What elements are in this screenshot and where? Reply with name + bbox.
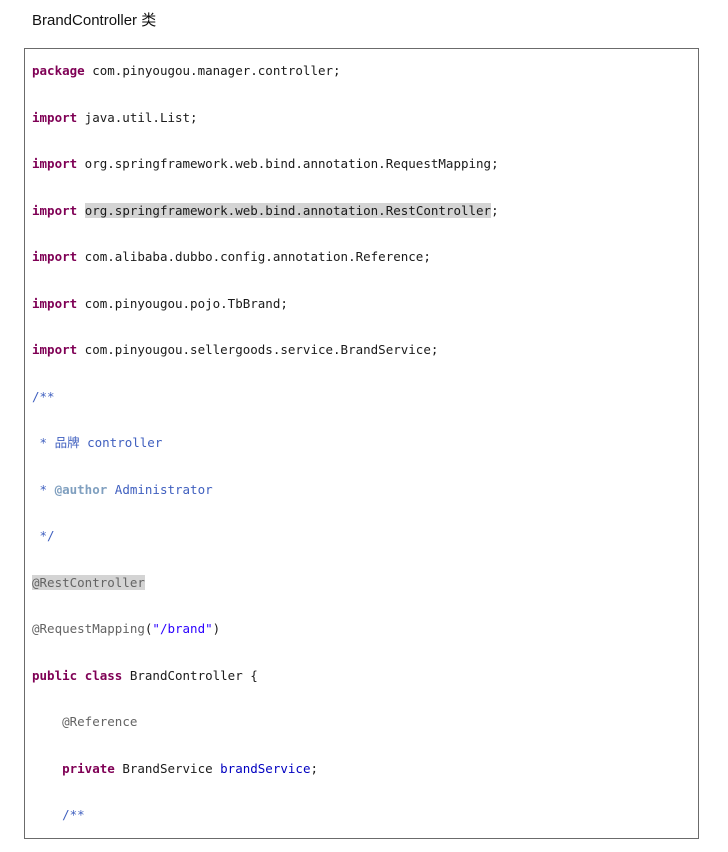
code-text: java.util.List; [77, 109, 198, 125]
code-text: ) [212, 621, 221, 636]
keyword-token: private [62, 760, 115, 776]
code-line: * @author Administrator [32, 479, 698, 526]
code-line: import com.pinyougou.sellergoods.service… [32, 339, 698, 386]
comment-token: /** [62, 807, 85, 822]
highlighted-code-text: org.springframework.web.bind.annotation.… [84, 202, 492, 218]
code-text: com.pinyougou.pojo.TbBrand; [77, 295, 288, 311]
code-text: ; [491, 202, 499, 218]
comment-token: * [32, 481, 55, 497]
code-text: BrandService [114, 760, 221, 776]
highlighted-annotation-token: @RestController [32, 574, 145, 590]
keyword-token: public [32, 667, 78, 683]
keyword-token: import [32, 109, 78, 125]
keyword-token: import [32, 156, 78, 171]
code-text: ; [310, 760, 318, 776]
code-line: private BrandService brandService; [32, 758, 698, 805]
code-text: org.springframework.web.bind.annotation.… [77, 156, 499, 171]
keyword-token: class [84, 667, 123, 683]
code-line: package com.pinyougou.manager.controller… [32, 60, 698, 107]
string-literal-token: "/brand" [152, 621, 213, 636]
field-token: brandService [220, 760, 311, 776]
document-title: BrandController 类 [32, 12, 157, 29]
annotation-token: @RequestMapping [32, 621, 145, 636]
code-line: /** [32, 386, 698, 433]
annotation-token: @Reference [62, 714, 138, 729]
comment-token: */ [32, 528, 55, 543]
code-text: BrandController { [122, 667, 258, 683]
comment-token: Administrator [107, 481, 213, 497]
keyword-token: import [32, 202, 78, 218]
javadoc-tag-token: @author [54, 481, 108, 497]
code-block: package com.pinyougou.manager.controller… [24, 48, 699, 839]
code-line: import org.springframework.web.bind.anno… [32, 153, 698, 200]
keyword-token: import [32, 295, 78, 311]
code-line: public class BrandController { [32, 665, 698, 712]
comment-token: /** [32, 388, 55, 404]
keyword-token: import [32, 249, 78, 264]
code-line: @RestController [32, 572, 698, 619]
code-line: /** [32, 804, 698, 838]
code-line: @Reference [32, 711, 698, 758]
code-line: * 品牌 controller [32, 432, 698, 479]
code-text: com.pinyougou.sellergoods.service.BrandS… [77, 342, 439, 357]
code-line: import com.pinyougou.pojo.TbBrand; [32, 293, 698, 340]
code-line: import java.util.List; [32, 107, 698, 154]
code-text: com.pinyougou.manager.controller; [84, 63, 341, 78]
keyword-token: import [32, 342, 78, 357]
code-line: @RequestMapping("/brand") [32, 618, 698, 665]
keyword-token: package [32, 63, 85, 78]
code-line: */ [32, 525, 698, 572]
code-line: import com.alibaba.dubbo.config.annotati… [32, 246, 698, 293]
code-line: import org.springframework.web.bind.anno… [32, 200, 698, 247]
code-text: com.alibaba.dubbo.config.annotation.Refe… [77, 249, 431, 264]
comment-token: * 品牌 controller [32, 435, 163, 450]
code-lines: package com.pinyougou.manager.controller… [32, 60, 698, 838]
